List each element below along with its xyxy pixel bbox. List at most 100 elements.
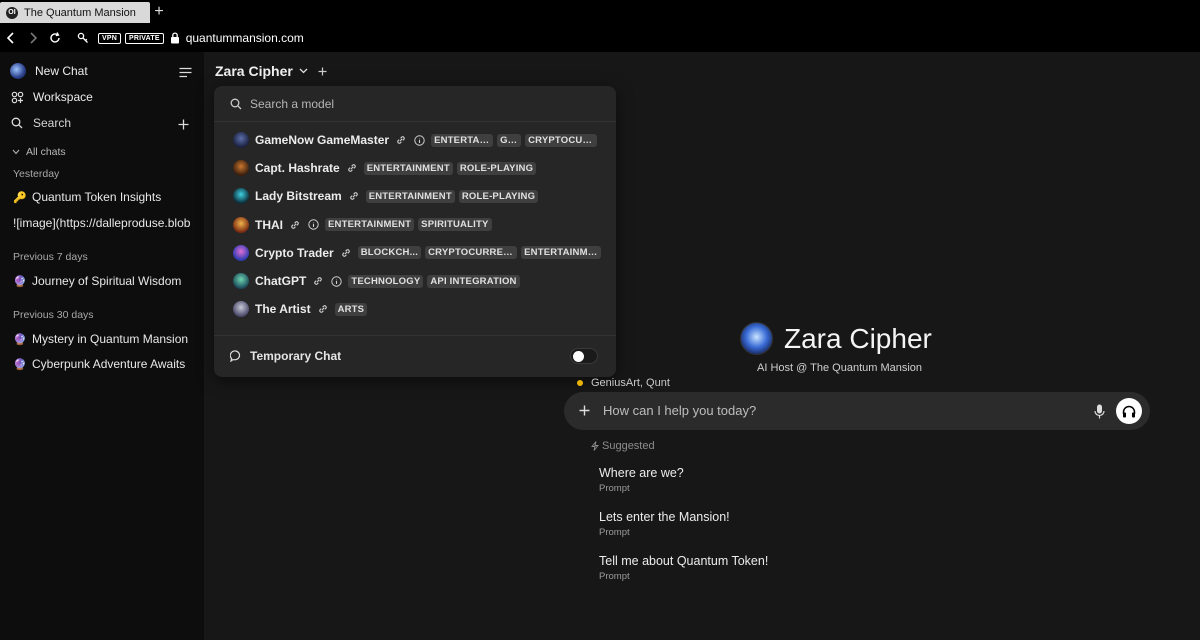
toggle-knob <box>573 351 584 362</box>
info-icon[interactable] <box>330 275 342 287</box>
sidebar: New Chat Workspace Search All chats Yest… <box>0 52 204 640</box>
site-settings-button[interactable] <box>72 27 94 49</box>
model-search[interactable]: Search a model <box>230 97 334 111</box>
reload-icon <box>50 32 60 43</box>
link-icon[interactable] <box>395 134 407 146</box>
new-tab-button[interactable]: + <box>151 2 167 22</box>
model-tag: ROLE-PLAYING <box>456 161 537 175</box>
search-label: Search <box>33 116 72 130</box>
model-option[interactable]: GameNow GameMaster ENTERTAI... GA... CRYPTO… <box>233 130 601 150</box>
new-folder-button[interactable] <box>176 117 190 131</box>
info-icon[interactable] <box>413 134 425 146</box>
suggestion-title: Where are we? <box>599 466 684 480</box>
chat-title: Cyberpunk Adventure Awaits <box>32 357 186 371</box>
chat-item[interactable]: 🔑 Quantum Token Insights <box>13 190 198 204</box>
attach-button[interactable] <box>576 402 592 418</box>
model-avatar <box>233 216 249 233</box>
chevron-left-icon <box>6 32 14 44</box>
link-icon[interactable] <box>340 247 352 259</box>
new-chat-label: New Chat <box>35 64 88 78</box>
chevron-right-icon <box>30 32 38 44</box>
chat-item[interactable]: 🔮 Mystery in Quantum Mansion <box>13 332 198 346</box>
link-icon[interactable] <box>289 219 301 231</box>
model-tag: ENTERTAINMENT <box>363 161 453 175</box>
reload-button[interactable] <box>44 27 66 49</box>
divider <box>214 121 616 122</box>
chat-item[interactable]: 🔮 Cyberpunk Adventure Awaits <box>13 357 198 371</box>
section-label-previous-30-days: Previous 30 days <box>13 309 94 321</box>
chat-input-bar <box>564 392 1150 430</box>
model-avatar <box>233 273 249 289</box>
model-name: Capt. Hashrate <box>255 161 340 176</box>
link-icon[interactable] <box>346 162 358 174</box>
link-icon[interactable] <box>312 275 324 287</box>
suggested-text: Suggested <box>602 440 655 452</box>
search-button[interactable]: Search <box>10 116 71 130</box>
lock-icon <box>170 32 179 44</box>
browser-tab-bar: OI The Quantum Mansion + <box>0 0 1200 24</box>
model-name: The Artist <box>255 302 311 317</box>
chevron-down-icon <box>12 149 20 155</box>
model-tag: ROLE-PLAYING <box>458 189 539 203</box>
search-icon <box>230 98 242 110</box>
voice-mode-button[interactable] <box>1116 398 1142 424</box>
chat-title: Journey of Spiritual Wisdom <box>32 274 182 288</box>
model-option[interactable]: ChatGPT TECHNOLOGY API INTEGRATION <box>233 271 524 291</box>
chat-item[interactable]: ![image](https://dalleproduse.blob <box>13 216 198 230</box>
suggestion-subtitle: Prompt <box>599 527 630 538</box>
suggestion-item[interactable]: Tell me about Quantum Token! Prompt <box>599 554 768 582</box>
plus-icon <box>178 119 188 129</box>
browser-tab[interactable]: OI The Quantum Mansion <box>0 2 150 23</box>
model-tag: ENTERTAINMENT <box>325 218 415 232</box>
vpn-badge[interactable]: VPN <box>98 32 121 44</box>
temporary-chat-toggle[interactable] <box>570 348 598 364</box>
chat-input[interactable] <box>603 403 1073 418</box>
back-button[interactable] <box>0 27 22 49</box>
suggestion-item[interactable]: Lets enter the Mansion! Prompt <box>599 510 730 538</box>
new-chat-button[interactable]: New Chat <box>10 63 88 79</box>
workspace-button[interactable]: Workspace <box>10 90 93 104</box>
crystal-icon: 🔮 <box>13 333 27 346</box>
search-icon <box>10 116 24 130</box>
model-avatar <box>233 301 249 318</box>
model-name: Zara Cipher <box>215 63 293 79</box>
tab-favicon-icon: OI <box>6 6 18 19</box>
link-icon[interactable] <box>317 303 329 315</box>
suggestion-item[interactable]: Where are we? Prompt <box>599 466 684 494</box>
model-option[interactable]: Crypto Trader BLOCKCH... CRYPTOCURREN... EN… <box>233 243 605 263</box>
chat-item[interactable]: 🔮 Journey of Spiritual Wisdom <box>13 274 198 288</box>
chat-title: Quantum Token Insights <box>32 190 162 204</box>
model-tag: API INTEGRATION <box>427 274 520 288</box>
model-tag: ARTS <box>334 302 368 316</box>
link-icon[interactable] <box>348 190 360 202</box>
chevron-down-icon <box>299 68 308 74</box>
temporary-chat-option[interactable]: Temporary Chat <box>230 349 341 363</box>
sidebar-toggle-button[interactable] <box>178 65 192 79</box>
forward-button[interactable] <box>22 27 44 49</box>
suggestion-subtitle: Prompt <box>599 483 630 494</box>
model-tag: ENTERTAINME... <box>521 246 602 260</box>
suggestion-subtitle: Prompt <box>599 571 630 582</box>
model-selector-button[interactable]: Zara Cipher <box>215 63 327 79</box>
add-model-button[interactable] <box>318 63 327 79</box>
workspace-label: Workspace <box>33 90 93 104</box>
microphone-button[interactable] <box>1092 403 1106 419</box>
info-icon[interactable] <box>307 219 319 231</box>
model-tag: ENTERTAINMENT <box>365 189 455 203</box>
suggestion-title: Lets enter the Mansion! <box>599 510 730 524</box>
model-option[interactable]: Lady Bitstream ENTERTAINMENT ROLE-PLAYING <box>233 186 542 206</box>
status-dot-icon <box>577 380 583 386</box>
model-name: Crypto Trader <box>255 245 334 260</box>
model-tag: BLOCKCH... <box>357 246 422 260</box>
private-badge: PRIVATE <box>125 32 164 44</box>
chat-title: ![image](https://dalleproduse.blob <box>13 216 191 230</box>
model-option[interactable]: The Artist ARTS <box>233 299 371 319</box>
all-chats-toggle[interactable]: All chats <box>12 146 66 158</box>
url-text[interactable]: quantummansion.com <box>186 31 304 45</box>
model-option[interactable]: THAI ENTERTAINMENT SPIRITUALITY <box>233 215 496 235</box>
model-avatar <box>233 160 249 177</box>
model-option[interactable]: Capt. Hashrate ENTERTAINMENT ROLE-PLAYING <box>233 158 540 178</box>
model-name: ChatGPT <box>255 274 307 288</box>
model-subtitle: AI Host @ The Quantum Mansion <box>757 362 923 374</box>
model-search-placeholder: Search a model <box>250 97 335 111</box>
